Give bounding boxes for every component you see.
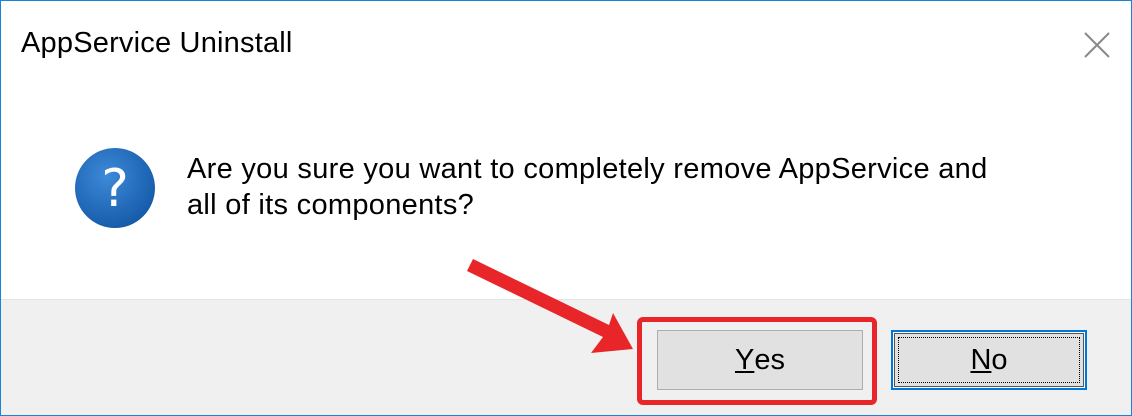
highlight-box — [637, 317, 877, 405]
no-mnemonic: N — [970, 343, 992, 376]
no-label-rest: o — [991, 343, 1008, 376]
svg-text:?: ? — [101, 159, 129, 219]
red-arrow-icon — [467, 259, 633, 353]
title-bar: AppService Uninstall — [1, 1, 1131, 91]
close-button[interactable] — [1075, 23, 1119, 67]
confirmation-message: Are you sure you want to completely remo… — [187, 151, 1087, 223]
no-button[interactable]: No — [891, 330, 1087, 390]
uninstall-dialog: AppService Uninstall ? Are you sure you … — [0, 0, 1132, 416]
message-line-1: Are you sure you want to completely remo… — [187, 153, 988, 185]
window-title: AppService Uninstall — [21, 27, 293, 59]
question-icon: ? — [75, 148, 155, 228]
message-line-2: all of its components? — [187, 189, 475, 221]
close-icon — [1084, 32, 1110, 58]
